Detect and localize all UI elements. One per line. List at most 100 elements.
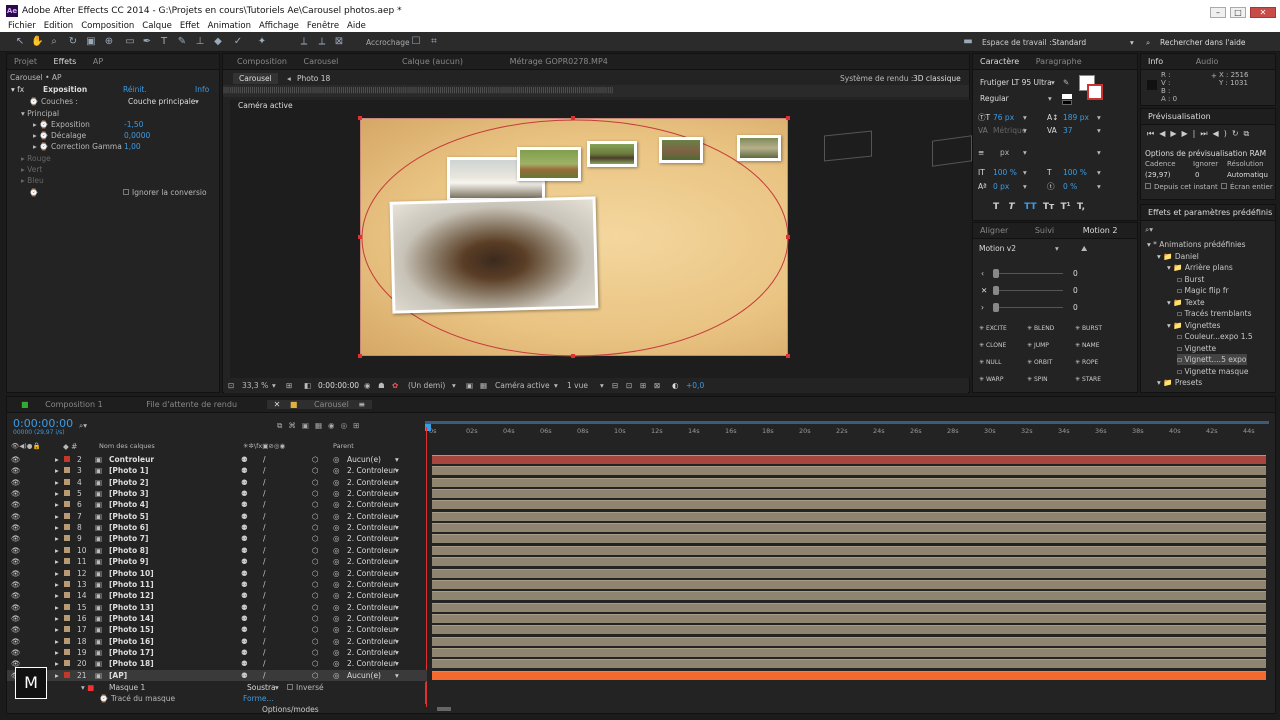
puppet-tool-icon[interactable]: ✦ <box>256 36 268 48</box>
layer-row[interactable]: 👁 ▸ 6 ▣ [Photo 4] ⚉ / ⬡ ◎ 2. Controleur ▾ <box>7 499 427 510</box>
selection-handle[interactable] <box>571 116 575 120</box>
vertical-scale-value[interactable]: 100 % <box>993 167 1017 178</box>
quality-icon[interactable]: / <box>263 568 266 579</box>
motion-slider-value[interactable]: 0 <box>1073 285 1078 296</box>
3d-layer-icon[interactable]: ⬡ <box>312 477 319 488</box>
layer-name[interactable]: [Photo 18] <box>109 658 154 669</box>
toggle-pixel-icon[interactable]: ⊟ <box>612 379 618 393</box>
pickwhip-icon[interactable]: ◎ <box>333 522 340 533</box>
label-color[interactable] <box>64 671 70 678</box>
preset-tree-item[interactable]: ▫ Couleur...expo 1.5 <box>1177 331 1253 342</box>
ignore-checkbox[interactable]: Ignorer la conversio <box>123 187 207 198</box>
tab-metrage[interactable]: Métrage GOPR0278.MP4 <box>503 57 615 66</box>
chevron-down-icon[interactable]: ▾ <box>395 545 399 556</box>
preset-tree-item[interactable]: ▫ Vignette <box>1177 343 1216 354</box>
label-color[interactable] <box>64 637 70 644</box>
layer-row[interactable]: 👁 ▸ 16 ▣ [Photo 14] ⚉ / ⬡ ◎ 2. Controleur ▾ <box>7 613 427 624</box>
label-color[interactable] <box>64 614 70 621</box>
view-axis-icon[interactable]: ⊠ <box>333 36 345 48</box>
motion-button-blend[interactable]: ✳ BLEND <box>1027 325 1054 332</box>
motion-preset-dropdown[interactable]: Motion v2 <box>979 243 1016 254</box>
maximize-icon[interactable]: □ <box>1230 7 1246 18</box>
leading-value[interactable]: 189 px <box>1063 112 1089 123</box>
parent-dropdown[interactable]: Aucun(e) <box>347 670 381 681</box>
parent-dropdown[interactable]: 2. Controleur <box>347 556 396 567</box>
quality-icon[interactable]: / <box>263 454 266 465</box>
camera-view-dropdown[interactable]: Caméra active <box>495 379 550 393</box>
zoom-tool-icon[interactable]: ⌕ <box>48 36 60 48</box>
label-color[interactable] <box>64 456 70 462</box>
pan-behind-tool-icon[interactable]: ⊕ <box>103 36 115 48</box>
photo-deer[interactable] <box>517 147 581 181</box>
workspace-value[interactable]: Standard <box>1052 37 1086 48</box>
label-color[interactable] <box>64 546 70 553</box>
layer-row[interactable]: 👁 ▸ 17 ▣ [Photo 15] ⚉ / ⬡ ◎ 2. Controleur ▾ <box>7 624 427 635</box>
quality-icon[interactable]: / <box>263 499 266 510</box>
shy-icon[interactable]: ⚉ <box>241 613 248 624</box>
layer-name[interactable]: [Photo 4] <box>109 499 148 510</box>
eye-icon[interactable]: 👁 <box>11 579 21 590</box>
motion-button-name[interactable]: ✳ NAME <box>1075 342 1100 349</box>
search-icon[interactable]: ⌕▾ <box>1145 224 1153 235</box>
font-dropdown[interactable]: Frutiger LT 95 Ultra <box>980 77 1052 88</box>
quality-icon[interactable]: / <box>263 602 266 613</box>
exposition-value[interactable]: -1,50 <box>124 119 143 130</box>
expand-arrow-icon[interactable]: ▸ <box>55 522 59 533</box>
reset-button[interactable]: Réinit. <box>123 84 147 95</box>
pickwhip-icon[interactable]: ◎ <box>333 590 340 601</box>
tab-carousel[interactable]: ✕ ■ Carousel ≡ <box>266 400 373 409</box>
selection-handle[interactable] <box>358 235 362 239</box>
parent-dropdown[interactable]: 2. Controleur <box>347 488 396 499</box>
comp-subtab-photo18[interactable]: Photo 18 <box>297 73 330 84</box>
eye-icon[interactable]: 👁 <box>11 556 21 567</box>
expand-arrow-icon[interactable]: ▸ <box>55 613 59 624</box>
fx-icon[interactable]: ▾ fx <box>11 84 24 95</box>
motion-button-stare[interactable]: ✳ STARE <box>1075 376 1101 383</box>
parent-dropdown[interactable]: Aucun(e) <box>347 454 381 465</box>
selection-handle[interactable] <box>358 116 362 120</box>
layer-duration-bar[interactable] <box>432 636 1266 646</box>
mask-stopwatch-icon[interactable]: ⌚ <box>99 693 108 704</box>
layer-duration-bar[interactable] <box>432 557 1266 567</box>
3d-layer-icon[interactable]: ⬡ <box>312 545 319 556</box>
motion-button-null[interactable]: ✳ NULL <box>979 359 1002 366</box>
chevron-down-icon[interactable]: ▾ <box>395 477 399 488</box>
comp-frame[interactable] <box>360 118 789 357</box>
layer-row[interactable]: 👁 ▸ 15 ▣ [Photo 13] ⚉ / ⬡ ◎ 2. Controleur ▾ <box>7 602 427 613</box>
3d-layer-icon[interactable]: ⬡ <box>312 454 319 465</box>
eye-icon[interactable]: 👁 <box>11 533 21 544</box>
tab-calque[interactable]: Calque (aucun) <box>395 57 470 66</box>
chevron-down-icon[interactable]: ▾ <box>395 511 399 522</box>
label-color[interactable] <box>64 603 70 610</box>
expand-arrow-icon[interactable]: ▸ <box>55 636 59 647</box>
menu-item-8[interactable]: Aide <box>347 21 366 31</box>
eyedropper-icon[interactable]: ✎ <box>1063 77 1069 88</box>
eye-icon[interactable]: 👁 <box>11 636 21 647</box>
layer-duration-bar[interactable] <box>432 613 1266 623</box>
exposure-icon[interactable]: ◐ <box>672 379 679 393</box>
expand-arrow-icon[interactable]: ▸ <box>55 454 59 465</box>
current-time[interactable]: 0:00:00:00 <box>318 379 359 393</box>
comp-subtab-carousel[interactable]: Carousel <box>233 73 278 84</box>
3d-layer-icon[interactable]: ⬡ <box>312 624 319 635</box>
chevron-down-icon[interactable]: ▾ <box>395 579 399 590</box>
3d-layer-icon[interactable]: ⬡ <box>312 568 319 579</box>
chevron-down-icon[interactable]: ▾ <box>395 533 399 544</box>
label-color[interactable] <box>64 535 70 542</box>
shy-icon[interactable]: ⚉ <box>241 579 248 590</box>
motion-slider-knob[interactable] <box>993 286 999 295</box>
from-now-checkbox[interactable]: Depuis cet instant <box>1145 182 1218 193</box>
chevron-down-icon[interactable]: ▾ <box>1097 125 1101 136</box>
layer-row[interactable]: 👁 ▸ 20 ▣ [Photo 18] ⚉ / ⬡ ◎ 2. Controleur ▾ <box>7 658 427 669</box>
pickwhip-icon[interactable]: ◎ <box>333 670 340 681</box>
layer-duration-bar[interactable] <box>432 659 1266 669</box>
motion-slider-value[interactable]: 0 <box>1073 268 1078 279</box>
menu-item-5[interactable]: Animation <box>208 21 251 31</box>
label-color[interactable] <box>64 501 70 508</box>
preset-tree-item[interactable]: ▾ 📁 Presets <box>1157 377 1202 388</box>
transparency-grid-icon[interactable]: ▦ <box>480 379 487 393</box>
pickwhip-icon[interactable]: ◎ <box>333 477 340 488</box>
timeline-switches[interactable]: ⧉⌘▣▦◉◎⊞ <box>277 420 365 431</box>
chevron-down-icon[interactable]: ▾ <box>395 647 399 658</box>
layer-duration-bar[interactable] <box>432 647 1266 657</box>
